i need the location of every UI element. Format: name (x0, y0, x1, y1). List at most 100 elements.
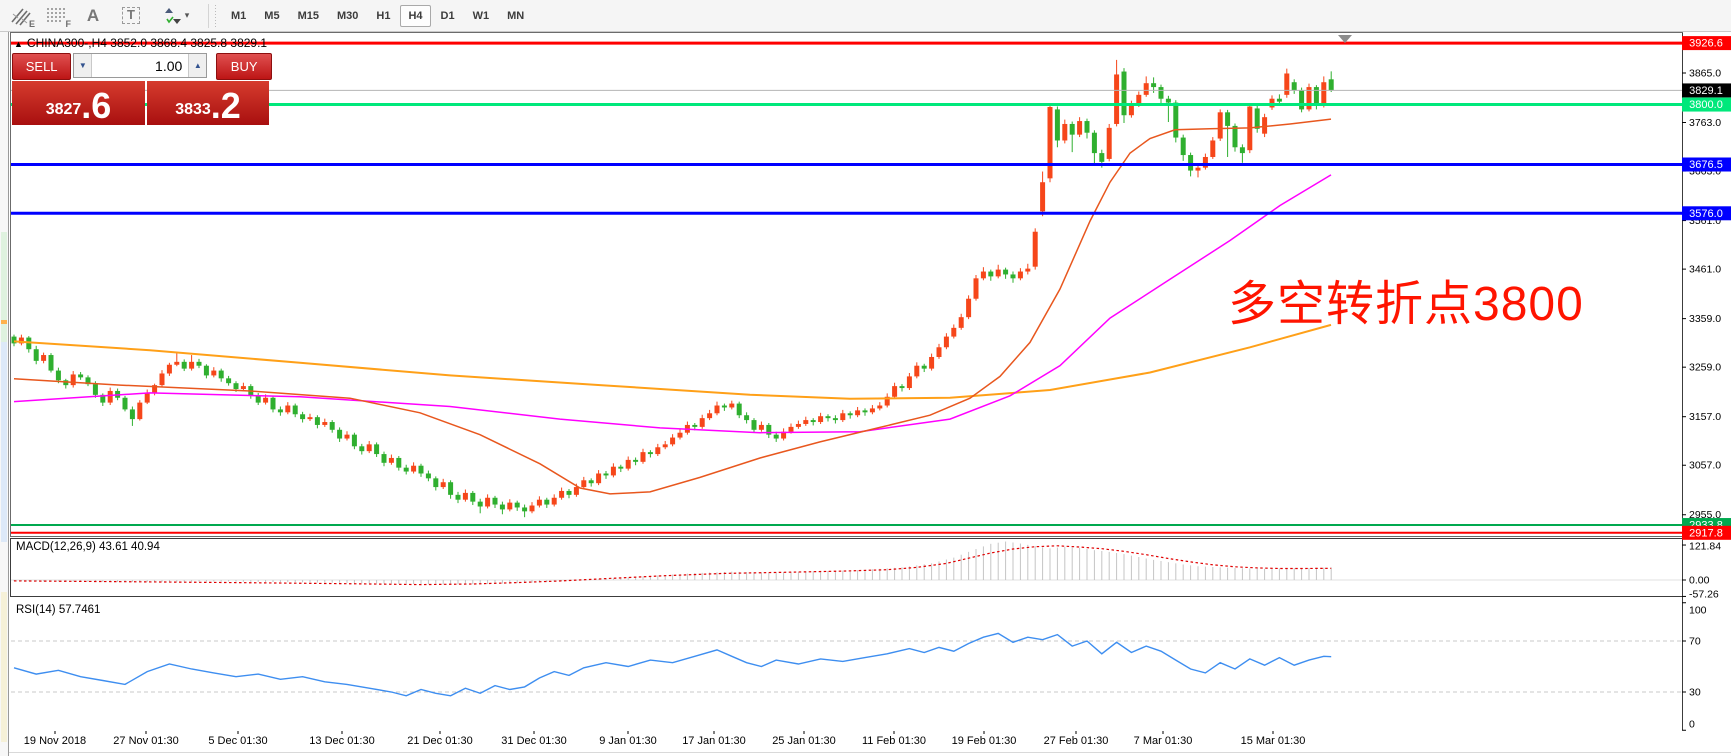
volume-input[interactable] (92, 54, 188, 77)
candle-body (907, 376, 912, 388)
candle-body (848, 413, 853, 415)
candle-body (1003, 270, 1008, 275)
candle-body (160, 373, 165, 385)
candle-body (892, 386, 897, 397)
candle-body (1218, 112, 1223, 138)
level-price-label: 3676.5 (1689, 159, 1723, 171)
macd-scale-label: -57.26 (1689, 589, 1719, 601)
symbol-marker-icon: ▲ (14, 39, 23, 49)
price-tick-label: 3865.0 (1689, 68, 1721, 80)
timeframe-button-m5[interactable]: M5 (256, 5, 287, 27)
candle-body (559, 491, 564, 498)
candle-body (552, 498, 557, 505)
timeframe-button-w1[interactable]: W1 (465, 5, 498, 27)
channel-tool-icon[interactable]: E (6, 3, 36, 29)
macd-label: MACD(12,26,9) 43.61 40.94 (16, 541, 160, 553)
arrows-tool-icon[interactable]: ▾ (154, 3, 198, 29)
timeframe-button-mn[interactable]: MN (499, 5, 532, 27)
date-tick-label: 27 Feb 01:30 (1044, 735, 1109, 747)
volume-decrease-button[interactable]: ▼ (74, 54, 92, 77)
candle-body (1329, 79, 1334, 90)
candle-body (589, 480, 594, 483)
candle-body (470, 493, 475, 502)
toolbar-drag-handle[interactable] (213, 5, 218, 27)
candle-body (507, 503, 512, 510)
timeframe-button-m30[interactable]: M30 (329, 5, 366, 27)
sell-price-panel[interactable]: 3827.6 (12, 81, 145, 125)
timeframe-button-h1[interactable]: H1 (368, 5, 398, 27)
candle-body (263, 398, 268, 403)
candle-body (382, 454, 387, 463)
candle-body (219, 371, 224, 379)
label-tool-icon[interactable]: T (114, 3, 148, 29)
buy-button[interactable]: BUY (216, 53, 272, 80)
candle-body (1321, 82, 1326, 104)
candle-body (707, 413, 712, 418)
arrows-dropdown-caret[interactable]: ▾ (185, 10, 190, 21)
timeframe-button-d1[interactable]: D1 (433, 5, 463, 27)
date-tick-label: 19 Feb 01:30 (952, 735, 1017, 747)
candle-body (1033, 232, 1038, 267)
sell-button[interactable]: SELL (12, 53, 71, 80)
candle-body (1151, 83, 1156, 87)
candle-body (189, 362, 194, 369)
candle-body (241, 386, 246, 389)
candle-body (1011, 274, 1016, 278)
candle-body (1107, 128, 1112, 159)
candle-body (833, 418, 838, 420)
candle-body (448, 482, 453, 495)
candle-body (1299, 90, 1304, 109)
candle-body (1262, 117, 1267, 134)
timeframe-button-m15[interactable]: M15 (290, 5, 327, 27)
candle-body (996, 270, 1001, 277)
macd-scale-label: 121.84 (1689, 541, 1721, 553)
date-tick-label: 15 Mar 01:30 (1241, 735, 1306, 747)
candle-body (71, 374, 76, 385)
text-tool-icon[interactable]: A (78, 3, 108, 29)
candle-body (530, 506, 535, 512)
candle-body (1062, 124, 1067, 141)
docked-window-edge[interactable] (0, 32, 9, 756)
timeframe-button-h4[interactable]: H4 (400, 5, 430, 27)
candle-body (1018, 272, 1023, 279)
candle-body (715, 406, 720, 414)
candle-body (1129, 105, 1134, 116)
candle-body (877, 406, 882, 409)
candle-body (389, 458, 394, 463)
timeframe-button-m1[interactable]: M1 (223, 5, 254, 27)
candle-body (441, 482, 446, 487)
candle-body (922, 366, 927, 369)
candle-body (1099, 153, 1104, 162)
candle-body (522, 507, 527, 511)
candle-body (41, 355, 46, 361)
candle-body (211, 371, 216, 376)
candle-body (123, 398, 128, 410)
fibonacci-tool-icon[interactable]: F (42, 3, 72, 29)
candle-body (433, 478, 438, 487)
toolbar: E F A T ▾ M1M5M15M30H1H4D1W1MN (0, 0, 1731, 32)
buy-price-panel[interactable]: 3833.2 (147, 81, 269, 125)
candle-body (130, 409, 135, 419)
volume-increase-button[interactable]: ▲ (188, 54, 206, 77)
macd-scale-label: 0.00 (1689, 575, 1710, 587)
candle-body (1255, 108, 1260, 128)
candle-body (337, 430, 342, 439)
date-tick-label: 9 Jan 01:30 (599, 735, 657, 747)
candle-body (1188, 155, 1193, 171)
candle-body (197, 362, 202, 366)
candle-body (966, 299, 971, 317)
strip-sliver (1, 342, 7, 542)
candle-body (1233, 126, 1238, 147)
candle-body (752, 420, 757, 430)
candle-body (537, 500, 542, 506)
candle-body (655, 447, 660, 454)
candle-body (478, 502, 483, 507)
date-tick-label: 31 Dec 01:30 (501, 735, 566, 747)
candle-body (419, 466, 424, 474)
candle-body (93, 384, 98, 395)
timeframe-button-group: M1M5M15M30H1H4D1W1MN (222, 5, 533, 27)
candle-body (1070, 124, 1075, 135)
candle-body (234, 383, 239, 389)
candle-body (988, 272, 993, 277)
candle-body (396, 458, 401, 468)
